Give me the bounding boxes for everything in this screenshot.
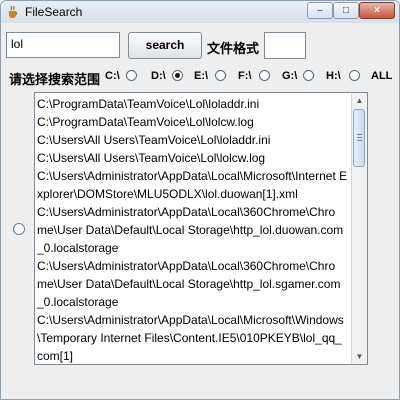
drive-e-radio[interactable] <box>215 70 226 81</box>
drive-c-label: C:\ <box>105 70 120 82</box>
result-line: com[1] <box>37 349 74 363</box>
vertical-scrollbar[interactable]: ▲ ▼ <box>351 93 367 364</box>
drive-g-label: G:\ <box>282 70 298 82</box>
result-line: C:\Users\Administrator\AppData\Local\360… <box>37 259 336 273</box>
maximize-button[interactable]: □ <box>333 2 359 19</box>
result-line: \Temporary Internet Files\Content.IE5\01… <box>37 331 342 345</box>
results-textarea[interactable]: C:\ProgramData\TeamVoice\Lol\loladdr.ini… <box>34 92 368 365</box>
result-line: C:\Users\All Users\TeamVoice\Lol\loladdr… <box>37 133 271 147</box>
drive-c-radio[interactable] <box>126 70 137 81</box>
search-input[interactable]: lol <box>6 32 120 58</box>
grip-line <box>357 134 362 135</box>
window-title: FileSearch <box>25 5 83 19</box>
drive-e-label: E:\ <box>194 70 209 82</box>
drive-g-radio[interactable] <box>303 70 314 81</box>
filesearch-window: FileSearch – □ × lol search 文件格式 请选择搜索范围… <box>0 0 400 400</box>
file-format-label: 文件格式 <box>207 41 260 56</box>
result-line: C:\Users\Administrator\AppData\Local\360… <box>37 205 336 219</box>
result-line: C:\Users\All Users\TeamVoice\Lol\lolcw.l… <box>37 151 266 165</box>
close-button[interactable]: × <box>359 2 395 19</box>
main-panel: lol search 文件格式 请选择搜索范围 C:\ D:\ E:\ F:\ … <box>1 23 399 399</box>
results-list: C:\ProgramData\TeamVoice\Lol\loladdr.ini… <box>37 95 353 364</box>
result-line: C:\Users\Administrator\AppData\Local\Mic… <box>37 169 348 183</box>
grip-line <box>357 137 362 138</box>
drive-h-label: H:\ <box>326 70 341 82</box>
drive-d-label: D:\ <box>151 70 166 82</box>
result-line: C:\ProgramData\TeamVoice\Lol\loladdr.ini <box>37 97 260 111</box>
drive-f-label: F:\ <box>238 70 252 82</box>
title-bar[interactable]: FileSearch – □ × <box>1 1 399 23</box>
grip-line <box>357 140 362 141</box>
minimize-button[interactable]: – <box>307 2 333 19</box>
search-button[interactable]: search <box>128 32 202 59</box>
file-format-input[interactable] <box>264 32 306 59</box>
chevron-up-icon[interactable]: ▲ <box>352 93 367 108</box>
result-line: me\User Data\Default\Local Storage\http_… <box>37 223 344 237</box>
result-line: _0.localstorage <box>37 295 119 309</box>
result-line: xplorer\DOMStore\MLU5ODLX\lol.duowan[1].… <box>37 187 298 201</box>
search-range-label: 请选择搜索范围 <box>9 72 101 87</box>
java-cup-icon <box>6 5 20 19</box>
result-line: _0.localstorage <box>37 241 119 255</box>
result-line: me\User Data\Default\Local Storage\http_… <box>37 277 341 291</box>
drive-all-label: ALL <box>371 70 393 82</box>
drive-all-radio[interactable] <box>349 70 360 81</box>
drive-f-radio[interactable] <box>259 70 270 81</box>
result-line: C:\Users\Administrator\AppData\Local\Mic… <box>37 313 344 327</box>
drive-d-radio[interactable] <box>172 70 183 81</box>
scrollbar-thumb[interactable] <box>353 109 365 167</box>
chevron-down-icon[interactable]: ▼ <box>352 349 367 364</box>
result-line: C:\ProgramData\TeamVoice\Lol\lolcw.log <box>37 115 254 129</box>
result-select-radio[interactable] <box>13 223 25 235</box>
